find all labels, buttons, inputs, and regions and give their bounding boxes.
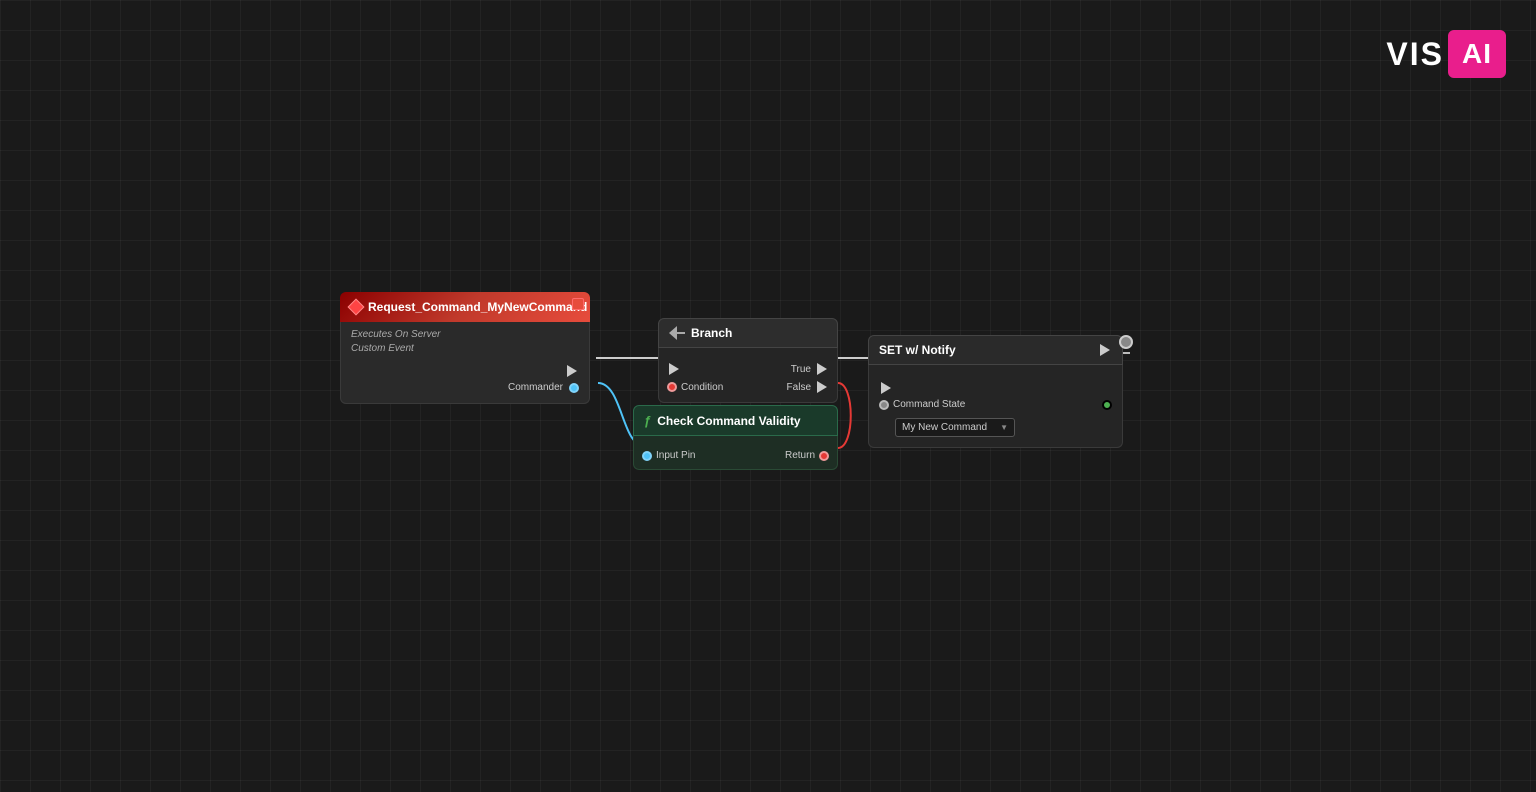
request-node-body: Executes On Server Custom Event Commande… <box>340 322 590 404</box>
branch-pins: True Condition False <box>667 362 829 394</box>
branch-icon <box>669 326 685 340</box>
return-label: Return <box>785 450 815 461</box>
commander-pin-circle <box>569 383 579 393</box>
node-canvas: Request_Command_MyNewCommand Executes On… <box>0 0 1536 792</box>
input-pin-circle <box>642 451 652 461</box>
command-state-row: Command State <box>879 399 1112 410</box>
condition-label: Condition <box>681 382 723 393</box>
dropdown-arrow-icon: ▼ <box>1000 423 1008 432</box>
request-node-title: Request_Command_MyNewCommand <box>368 300 587 314</box>
node-request-command[interactable]: Request_Command_MyNewCommand Executes On… <box>340 292 590 404</box>
request-node-pins: Commander <box>351 364 579 393</box>
return-pin-circle <box>819 451 829 461</box>
set-output-pin <box>1102 400 1112 410</box>
check-node-title: Check Command Validity <box>657 414 800 428</box>
diamond-icon <box>348 299 365 316</box>
request-node-subtitle: Executes On Server Custom Event <box>351 328 579 356</box>
exec-false-out <box>815 380 829 394</box>
exec-true-arrow <box>817 363 827 375</box>
branch-exec-row: True <box>667 362 829 376</box>
dropdown-row: My New Command ▼ <box>879 418 1112 437</box>
branch-condition-row: Condition False <box>667 380 829 394</box>
set-node-header: SET w/ Notify <box>868 335 1123 365</box>
node-branch[interactable]: Branch True <box>658 318 838 403</box>
commander-pin-row: Commander <box>351 382 579 393</box>
function-icon: ƒ <box>644 413 651 428</box>
set-exec-arrow <box>1100 344 1110 356</box>
command-state-pin <box>879 400 889 410</box>
exec-arrow-shape <box>567 365 577 377</box>
logo-text: VIS <box>1386 36 1444 73</box>
set-node-body: Command State My New Command ▼ <box>868 365 1123 448</box>
condition-pin <box>667 382 677 392</box>
node-check-command-validity[interactable]: ƒ Check Command Validity Input Pin Retur… <box>633 405 838 470</box>
exec-in-arrow <box>669 363 679 375</box>
exec-output-pin <box>351 364 579 378</box>
set-top-handle <box>1119 335 1133 349</box>
input-pin-label: Input Pin <box>656 450 695 461</box>
set-exec-in <box>879 381 893 395</box>
logo-container: VIS AI <box>1386 30 1506 78</box>
set-node-title: SET w/ Notify <box>879 343 956 357</box>
branch-node-body: True Condition False <box>658 348 838 403</box>
check-node-body: Input Pin Return <box>633 436 838 470</box>
check-pins: Input Pin Return <box>642 450 829 461</box>
exec-arrow-in <box>667 362 681 376</box>
true-label: True <box>791 364 811 375</box>
branch-node-header: Branch <box>658 318 838 348</box>
condition-wire <box>838 383 851 448</box>
command-state-dropdown[interactable]: My New Command ▼ <box>895 418 1015 437</box>
set-exec-out <box>1098 343 1112 357</box>
false-label: False <box>787 382 811 393</box>
exec-arrow-out <box>565 364 579 378</box>
check-input-row: Input Pin Return <box>642 450 829 461</box>
command-state-label: Command State <box>893 399 965 410</box>
branch-node-title: Branch <box>691 326 732 340</box>
exec-false-arrow <box>817 381 827 393</box>
set-exec-row <box>879 381 1112 395</box>
exec-true-out <box>815 362 829 376</box>
set-pins: Command State My New Command ▼ <box>879 381 1112 437</box>
logo-box: AI <box>1448 30 1506 78</box>
set-exec-in-arrow <box>881 382 891 394</box>
request-node-header: Request_Command_MyNewCommand <box>340 292 590 322</box>
commander-label: Commander <box>508 382 563 393</box>
node-set-notify[interactable]: SET w/ Notify Command St <box>868 335 1123 448</box>
check-node-header: ƒ Check Command Validity <box>633 405 838 436</box>
